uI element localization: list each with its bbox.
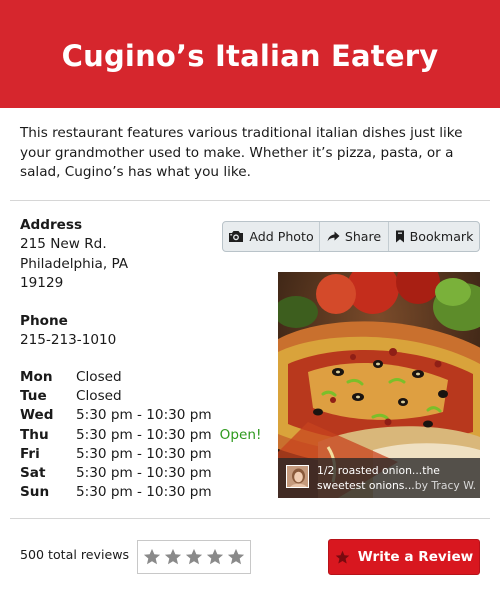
reviewer-avatar[interactable] — [286, 465, 309, 488]
share-button[interactable]: Share — [319, 222, 389, 251]
hours-day: Tue — [20, 388, 47, 405]
bookmark-icon — [395, 230, 404, 243]
total-reviews: 500 total reviews — [20, 547, 130, 562]
hours-day: Thu — [20, 426, 49, 443]
star-icon[interactable] — [206, 548, 224, 566]
caption-author[interactable]: by Tracy W. — [415, 479, 476, 492]
hours-row: Sun 5:30 pm - 10:30 pm — [20, 483, 261, 502]
hours-day: Sun — [20, 484, 50, 501]
address-block: Address 215 New Rd. Philadelphia, PA 191… — [20, 216, 128, 293]
caption-line-1: 1/2 roasted onion...the — [317, 464, 440, 477]
bookmark-label: Bookmark — [409, 229, 474, 244]
hours-time: 5:30 pm - 10:30 pm — [76, 484, 212, 501]
phone-number[interactable]: 215-213-1010 — [20, 331, 128, 350]
contact-info: Address 215 New Rd. Philadelphia, PA 191… — [20, 216, 128, 370]
address-line-1: 215 New Rd. — [20, 236, 107, 253]
hours-time: 5:30 pm - 10:30 pm — [76, 426, 212, 443]
hours-row: Sat 5:30 pm - 10:30 pm — [20, 464, 261, 483]
hours-time: 5:30 pm - 10:30 pm — [76, 445, 212, 462]
camera-icon — [229, 231, 244, 242]
hours-day: Wed — [20, 407, 54, 424]
share-label: Share — [344, 229, 382, 244]
action-button-group: Add Photo Share Bookmark — [222, 221, 480, 252]
hours-time: Closed — [76, 369, 122, 385]
phone-block: Phone 215-213-1010 — [20, 312, 128, 351]
star-icon[interactable] — [185, 548, 203, 566]
hours-row: Mon Closed — [20, 368, 261, 387]
caption-text: 1/2 roasted onion...the sweetest onions.… — [317, 463, 479, 493]
star-icon — [335, 550, 350, 563]
star-icon[interactable] — [143, 548, 161, 566]
address-line-2: Philadelphia, PA — [20, 255, 129, 272]
hours-list: Mon Closed Tue Closed Wed 5:30 pm - 10:3… — [20, 368, 261, 502]
featured-photo[interactable]: 1/2 roasted onion...the sweetest onions.… — [278, 272, 480, 498]
bookmark-button[interactable]: Bookmark — [389, 222, 479, 251]
header-banner: Cugino’s Italian Eatery — [0, 0, 500, 108]
caption-line-2: sweetest onions...by Tracy W. — [317, 479, 477, 492]
star-icon[interactable] — [227, 548, 245, 566]
divider — [10, 200, 490, 201]
photo-caption: 1/2 roasted onion...the sweetest onions.… — [278, 458, 480, 498]
hours-row: Wed 5:30 pm - 10:30 pm — [20, 406, 261, 425]
hours-row: Fri 5:30 pm - 10:30 pm — [20, 445, 261, 464]
restaurant-description: This restaurant features various traditi… — [20, 125, 463, 180]
open-status: Open! — [219, 426, 262, 443]
star-rating[interactable] — [137, 540, 251, 574]
add-photo-button[interactable]: Add Photo — [223, 222, 319, 251]
address-line-3: 19129 — [20, 274, 64, 291]
phone-label: Phone — [20, 313, 68, 330]
star-icon[interactable] — [164, 548, 182, 566]
hours-day: Sat — [20, 465, 46, 482]
hours-row: Tue Closed — [20, 387, 261, 406]
hours-day: Fri — [20, 445, 40, 462]
divider — [10, 518, 490, 519]
hours-time: 5:30 pm - 10:30 pm — [76, 407, 212, 424]
restaurant-name: Cugino’s Italian Eatery — [61, 39, 439, 73]
write-review-label: Write a Review — [357, 549, 474, 565]
hours-row: Thu 5:30 pm - 10:30 pm Open! — [20, 426, 261, 445]
share-arrow-icon — [327, 231, 340, 242]
hours-time: Closed — [76, 388, 122, 405]
address-label: Address — [20, 217, 83, 233]
hours-day: Mon — [20, 369, 53, 385]
hours-time: 5:30 pm - 10:30 pm — [76, 465, 212, 482]
write-review-button[interactable]: Write a Review — [328, 539, 480, 575]
add-photo-label: Add Photo — [249, 229, 314, 244]
